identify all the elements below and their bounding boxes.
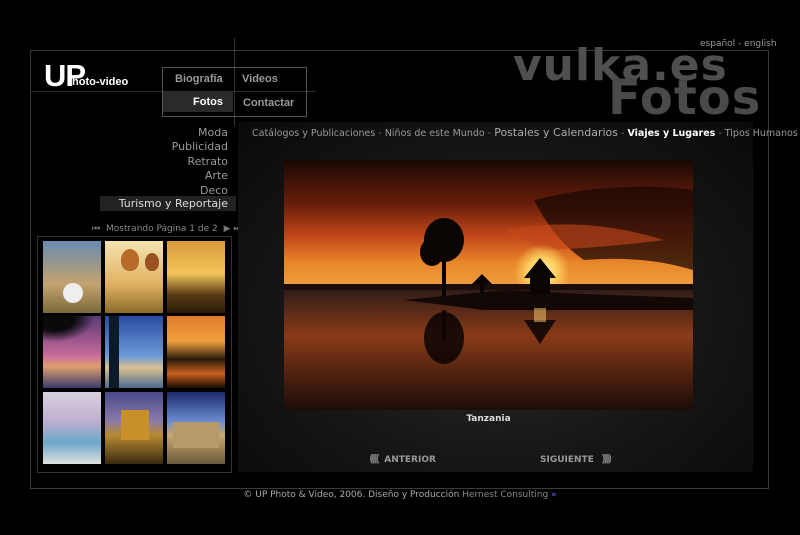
nav-biografia[interactable]: Biografía [175, 73, 223, 85]
thumbnail-tanzania[interactable] [167, 316, 225, 388]
category-publicidad[interactable]: Publicidad [172, 140, 228, 153]
prev-circles-icon: (((( [369, 452, 380, 465]
gallery-link-catalogos[interactable]: Catálogos y Publicaciones [252, 128, 375, 139]
gallery-link-viajes[interactable]: Viajes y Lugares [627, 128, 715, 139]
thumbnail-beach-girl[interactable] [43, 241, 101, 313]
breadcrumb-sep: - [484, 128, 495, 139]
category-retrato[interactable]: Retrato [187, 155, 228, 168]
footer-consulting-link[interactable]: Hernest Consulting [462, 490, 548, 500]
thumbnail-sunset-boats[interactable] [167, 241, 225, 313]
prev-button[interactable]: (((( ANTERIOR [369, 452, 436, 465]
thumb-pager: ⏮ Mostrando Página 1 de 2 ▶ ⏭ [92, 224, 242, 234]
next-circles-icon: )))) [600, 452, 612, 465]
category-moda[interactable]: Moda [198, 126, 228, 139]
category-arte[interactable]: Arte [205, 169, 228, 182]
gallery-breadcrumbs: Catálogos y Publicaciones - Niños de est… [252, 126, 798, 139]
thumbnail-balloons[interactable] [105, 241, 163, 313]
nav-fotos[interactable]: Fotos [163, 92, 233, 112]
footer-text: © UP Photo & Video, 2006. Diseño y Produ… [243, 490, 460, 500]
photo-caption: Tanzania [466, 414, 511, 424]
gallery-link-ninos[interactable]: Niños de este Mundo [385, 128, 485, 139]
next-button[interactable]: SIGUIENTE )))) [540, 452, 612, 465]
breadcrumb-sep: - [375, 128, 385, 139]
main-photo [284, 160, 693, 410]
thumbnail-coast-palm[interactable] [105, 316, 163, 388]
lang-separator: - [738, 39, 742, 49]
thumbnail-castle-night[interactable] [105, 392, 163, 464]
category-turismo-active[interactable]: Turismo y Reportaje [100, 196, 236, 211]
thumbnail-beach-people[interactable] [43, 392, 101, 464]
logo-photo-video[interactable]: hoto-video [72, 76, 128, 88]
thumbnail-fortress[interactable] [167, 392, 225, 464]
next-page-icon[interactable]: ▶ [224, 224, 231, 234]
nav-contactar[interactable]: Contactar [243, 97, 294, 109]
prev-label: ANTERIOR [384, 455, 436, 465]
footer: © UP Photo & Video, 2006. Diseño y Produ… [0, 490, 800, 500]
next-label: SIGUIENTE [540, 455, 594, 465]
thumbnail-palm-sunset[interactable] [43, 316, 101, 388]
gallery-link-postales[interactable]: Postales y Calendarios [494, 126, 618, 139]
brand-subtitle: Fotos [608, 70, 762, 126]
gallery-link-tipos[interactable]: Tipos Humanos [725, 128, 798, 139]
first-page-icon[interactable]: ⏮ [92, 224, 100, 234]
sunset-photo-image [284, 160, 693, 410]
nav-videos[interactable]: Videos [242, 73, 278, 85]
pager-text: Mostrando Página 1 de 2 [105, 224, 218, 234]
breadcrumb-sep: - [715, 128, 725, 139]
footer-arrow-icon[interactable]: » [551, 490, 557, 500]
lang-en-link[interactable]: english [744, 39, 776, 49]
thumbnail-grid [37, 236, 232, 473]
